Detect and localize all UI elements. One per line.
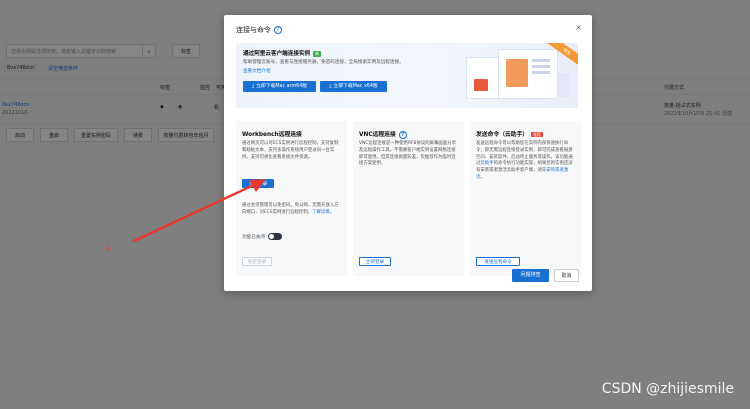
help-icon[interactable]: ? [398, 130, 407, 139]
vnc-title: VNC远程连接? [359, 129, 407, 139]
client-banner: 通过阿里云客户端连接实例新 帮助管理云账号，查看与连接服务器，免密码连接，全局搜… [236, 43, 578, 108]
vnc-title-text: VNC远程连接 [359, 132, 396, 138]
toggle-label: 功能已关闭 [242, 235, 265, 240]
cloud-assistant-title-text: 发送命令（云助手） [476, 132, 529, 138]
send-command-button[interactable]: 发送远程命令 [476, 257, 520, 266]
learn-more-link[interactable]: 了解详情。 [312, 210, 334, 215]
download-x64-label: 立即下载Mac x64版 [333, 84, 378, 89]
workbench-title: Workbench远程连接 [242, 132, 302, 138]
download-arm64-label: 立即下载Mac arm64版 [256, 84, 308, 89]
session-manager-description: 通过会话管理可以免密码，免公网，无需开放入方向端口，对ECS实例进行远程控制，了… [242, 203, 342, 217]
vnc-login-button[interactable]: 立即登录 [359, 257, 391, 266]
view-docs-link[interactable]: 查看文档介绍 [243, 68, 271, 74]
cloud-assistant-link[interactable]: 云助手 [480, 161, 493, 166]
dialog-title-text: 连接与命令 [236, 26, 271, 34]
banner-description: 帮助管理云账号，查看与连接服务器，免密码连接，全局搜索实例及远程连接。 [243, 60, 404, 65]
download-icon: ⤓ [251, 83, 255, 89]
annotation-step-number: 4 [106, 246, 110, 253]
help-icon[interactable]: ? [274, 26, 282, 34]
download-icon: ⤓ [329, 83, 332, 89]
download-x64-button[interactable]: ⤓ 立即下载Mac x64版 [320, 81, 387, 92]
cloud-assistant-title: 发送命令（云助手） 推荐 [476, 129, 543, 138]
cloud-assistant-description: 发送远程命令可以帮助您在实例内部快速执行命令，即无需远程连接登录实例，即可完成查… [476, 141, 576, 182]
session-toggle-row: 功能已关闭 [242, 233, 282, 240]
recommend-badge: 推荐 [531, 131, 543, 138]
workbench-description: 通过网页可以对ECS实例进行远程控制，支持复制和粘贴文本，支持多操作系统用户登录… [242, 141, 339, 160]
workbench-login-button[interactable]: 立即登录 [242, 179, 274, 188]
passwordless-login-button[interactable]: 免密登录 [242, 257, 272, 266]
connect-command-dialog: 连接与命令? × 通过阿里云客户端连接实例新 帮助管理云账号，查看与连接服务器，… [224, 15, 592, 291]
cancel-button[interactable]: 取消 [554, 269, 579, 282]
csdn-watermark: CSDN @zhijiesmile [601, 381, 734, 397]
dialog-title: 连接与命令? [236, 25, 282, 35]
workbench-card: Workbench远程连接 通过网页可以对ECS实例进行远程控制，支持复制和粘贴… [236, 121, 347, 276]
banner-title: 通过阿里云客户端连接实例新 [243, 49, 322, 57]
vnc-description: VNC远程连接是一种使用RFB协议的屏幕画面分享及远程操作工具。不需要客户端实例… [359, 141, 456, 167]
cloud-assistant-desc-c: 。 [480, 174, 485, 180]
close-icon[interactable]: × [575, 23, 582, 32]
troubleshoot-button[interactable]: 问题排查 [512, 269, 549, 282]
banner-title-text: 通过阿里云客户端连接实例 [243, 51, 311, 57]
download-arm64-button[interactable]: ⤓ 立即下载Mac arm64版 [243, 81, 316, 92]
cloud-assistant-card: 发送命令（云助手） 推荐 发送远程命令可以帮助您在实例内部快速执行命令，即无需远程… [470, 121, 581, 276]
new-badge: 新 [313, 51, 322, 57]
banner-illustration: 限免 [458, 43, 578, 108]
vnc-card: VNC远程连接? VNC远程连接是一种使用RFB协议的屏幕画面分享及远程操作工具… [353, 121, 464, 276]
session-manager-toggle[interactable] [267, 233, 282, 240]
